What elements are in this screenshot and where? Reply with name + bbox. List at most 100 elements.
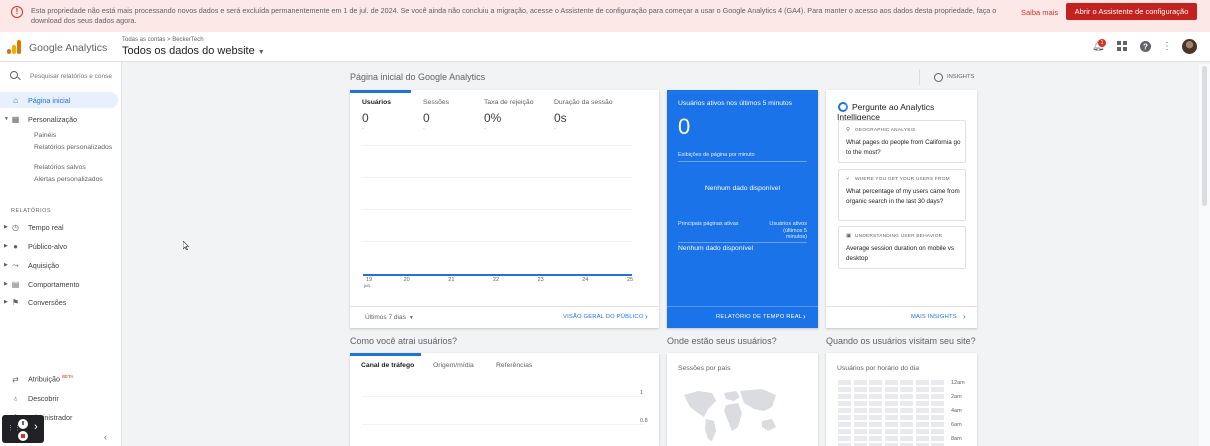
heatmap-cell xyxy=(931,422,944,427)
intelligence-card-footer: MAIS INSIGHTS › xyxy=(826,306,977,328)
attribution-icon: ⇄ xyxy=(12,374,19,384)
realtime-card: Usuários ativos nos últimos 5 minutos 0 … xyxy=(667,90,818,328)
heatmap-cell xyxy=(838,401,851,406)
property-selector[interactable]: Todos os dados do website ▼ xyxy=(122,45,265,57)
world-map xyxy=(684,389,776,441)
avatar[interactable] xyxy=(1182,39,1197,54)
acquisition-icon: ⤳ xyxy=(12,260,19,270)
heatmap-cell xyxy=(931,401,944,406)
sidebar-item-label: Personalização xyxy=(28,114,78,124)
heatmap-cell xyxy=(900,422,913,427)
chevron-right-icon[interactable]: › xyxy=(963,312,966,321)
tab-session-duration[interactable]: Duração da sessão 0s - xyxy=(542,90,652,132)
tab-bounce-rate[interactable]: Taxa de rejeição 0% - xyxy=(472,90,542,132)
heatmap-cell xyxy=(884,408,898,413)
tab-traffic-channel[interactable]: Canal de tráfego xyxy=(361,362,414,369)
more-vert-icon[interactable]: ⋮ xyxy=(1161,41,1173,53)
sidebar-item-customization[interactable]: ▼ ▦ Personalização xyxy=(0,111,118,127)
caret-down-icon: ▼ xyxy=(408,315,414,321)
heatmap-cell xyxy=(931,380,944,385)
sidebar-subitem-saved-reports[interactable]: Relatórios salvos xyxy=(34,164,114,173)
sidebar-item-conversions[interactable]: ▶ ⚑ Conversões xyxy=(0,294,118,310)
expand-chevron-icon[interactable]: › xyxy=(34,421,38,433)
y-axis-label: 1 xyxy=(640,390,644,396)
heatmap-cell xyxy=(915,436,929,441)
sidebar-subitem-dashboards[interactable]: Painéis xyxy=(34,132,114,141)
sidebar-item-discover[interactable]: ♁ Descobrir xyxy=(0,390,118,406)
account-breadcrumb[interactable]: Todas as contas > BeckerTech xyxy=(122,37,204,43)
chevron-right-icon[interactable]: › xyxy=(645,312,648,321)
heatmap-cell xyxy=(915,401,929,406)
chevron-right-icon[interactable]: › xyxy=(803,312,806,321)
heatmap-cell xyxy=(884,394,898,399)
gridline xyxy=(362,241,632,242)
heatmap-cell xyxy=(853,408,867,413)
analytics-logo-icon xyxy=(7,40,21,54)
question-category: ⑂ WHERE YOU GET YOUR USERS FROM xyxy=(846,176,950,182)
heatmap-cell xyxy=(884,436,898,441)
insights-button[interactable]: INSIGHTS xyxy=(919,70,977,85)
acquisition-card: Canal de tráfego Origem/mídia Referência… xyxy=(350,353,659,446)
date-range-dropdown[interactable]: Últimos 7 dias ▼ xyxy=(365,314,414,321)
reports-section-label: RELATÓRIOS xyxy=(11,208,52,214)
open-setup-assistant-button[interactable]: Abrir o Assistente de configuração xyxy=(1066,3,1197,20)
sidebar-item-label: Aquisição xyxy=(28,260,60,270)
insights-label: INSIGHTS xyxy=(947,74,975,80)
time-of-day-card: Usuários por horário do dia 12am 2am 4am… xyxy=(826,353,977,446)
active-users-column-label: Usuários ativos (últimos 5 minutos) xyxy=(769,221,807,240)
caret-down-icon: ▼ xyxy=(257,49,265,56)
audience-overview-link[interactable]: VISÃO GERAL DO PÚBLICO xyxy=(563,314,644,320)
scrollbar-thumb[interactable] xyxy=(1202,66,1207,206)
tab-source-medium[interactable]: Origem/mídia xyxy=(433,362,474,369)
tab-sessions[interactable]: Sessões 0 - xyxy=(411,90,473,132)
attribution-label: Atribuição xyxy=(28,374,60,384)
sidebar-item-realtime[interactable]: ▶ ◷ Tempo real xyxy=(0,219,118,235)
search-input[interactable] xyxy=(30,70,120,82)
pause-icon[interactable]: II xyxy=(18,419,28,429)
sidebar-item-behavior[interactable]: ▶ ▤ Comportamento xyxy=(0,276,118,292)
sidebar-subitem-custom-alerts[interactable]: Alertas personalizados xyxy=(34,176,114,185)
sidebar-item-audience[interactable]: ▶ ● Público-alvo xyxy=(0,238,118,254)
sidebar-item-attribution[interactable]: ⇄ Atribuição BETA xyxy=(0,371,118,387)
sidebar-item-home[interactable]: ⌂ Página inicial xyxy=(0,92,118,108)
behavior-icon: ▤ xyxy=(11,279,20,289)
hour-label: 4am xyxy=(951,408,962,414)
heatmap-cell xyxy=(853,415,867,420)
flag-icon: ⚑ xyxy=(11,297,20,307)
heatmap-cell xyxy=(838,415,851,420)
heatmap-cell xyxy=(869,408,882,413)
stop-icon[interactable] xyxy=(18,431,28,441)
dashboard-icon: ▦ xyxy=(11,114,20,124)
realtime-report-link[interactable]: RELATÓRIO DE TEMPO REAL xyxy=(716,314,802,320)
gridline xyxy=(362,396,645,397)
question-card[interactable]: ⑂ WHERE YOU GET YOUR USERS FROM What perc… xyxy=(838,169,966,221)
question-card[interactable]: ⚲ GEOGRAPHIC ANALYSIS What pages do peopl… xyxy=(838,120,966,163)
heatmap-cell xyxy=(853,401,867,406)
heatmap-cell xyxy=(869,401,882,406)
tab-users[interactable]: Usuários 0 - xyxy=(350,90,411,132)
collapsed-arrow-icon: ▶ xyxy=(4,299,8,305)
sidebar-subitem-custom-reports[interactable]: Relatórios personalizados xyxy=(34,144,114,153)
deprecation-banner: ! Esta propriedade não está mais process… xyxy=(0,0,1210,32)
heatmap-cell xyxy=(900,408,913,413)
collapse-sidebar-chevron-icon[interactable]: ‹ xyxy=(104,432,107,442)
question-category: ▣ UNDERSTANDING USER BEHAVIOR xyxy=(846,233,942,239)
question-text: What pages do people from California go … xyxy=(846,139,961,156)
more-insights-link[interactable]: MAIS INSIGHTS xyxy=(911,314,957,320)
sidebar-item-acquisition[interactable]: ▶ ⤳ Aquisição xyxy=(0,257,118,273)
hour-label: 8am xyxy=(951,436,962,442)
date-range-value: Últimos 7 dias xyxy=(365,314,406,321)
question-card[interactable]: ▣ UNDERSTANDING USER BEHAVIOR Average ses… xyxy=(838,226,966,269)
learn-more-link[interactable]: Saiba mais xyxy=(1021,8,1058,17)
apps-grid-icon[interactable] xyxy=(1116,41,1128,53)
tab-referrals[interactable]: Referências xyxy=(496,362,532,369)
metric-name: Usuários xyxy=(362,99,392,106)
heatmap-cell xyxy=(869,380,882,385)
heatmap-cell xyxy=(900,415,913,420)
question-text: Average session duration on mobile vs de… xyxy=(846,245,955,262)
help-icon[interactable]: ? xyxy=(1139,41,1151,53)
heatmap-cell xyxy=(869,394,882,399)
heatmap-cell xyxy=(869,387,882,392)
analytics-intelligence-card: Pergunte ao Analytics Intelligence ⚲ GEOG… xyxy=(826,90,977,328)
top-header: Google Analytics Todas as contas > Becke… xyxy=(0,32,1210,62)
